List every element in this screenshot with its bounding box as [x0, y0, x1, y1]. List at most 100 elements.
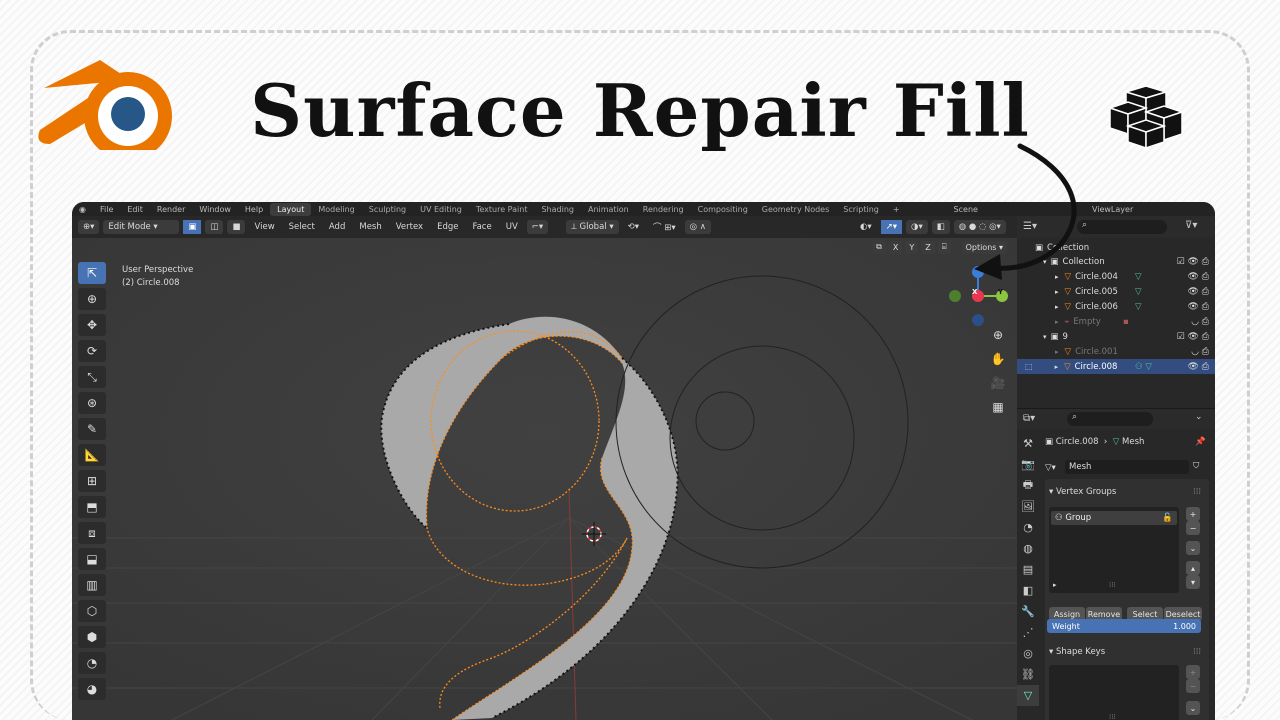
edge-select-button[interactable]: ◫ [205, 220, 224, 234]
pin-icon[interactable]: 📌 [1195, 437, 1206, 447]
tab-animation[interactable]: Animation [581, 203, 636, 216]
mirror-x-toggle[interactable]: X [888, 240, 903, 254]
snap-icon[interactable]: ⌒ ⊞▾ [648, 219, 681, 235]
list-resize-grip[interactable]: ⁞⁞⁞ [1109, 581, 1116, 589]
weight-slider[interactable]: Weight 1.000 [1047, 619, 1201, 633]
vertex-select-button[interactable]: ▣ [183, 220, 202, 234]
row-visibility-icons[interactable]: 👁 ⎙ [1188, 362, 1210, 372]
particles-tab-icon[interactable]: ⋰ [1017, 622, 1039, 643]
tab-geometry-nodes[interactable]: Geometry Nodes [755, 203, 836, 216]
add-cube-tool-icon[interactable]: ⊞ [78, 470, 106, 492]
menu-render[interactable]: Render [150, 205, 192, 214]
shape-keys-header[interactable]: ▾ Shape Keys [1049, 647, 1105, 657]
scene-tab-icon[interactable]: ◔ [1017, 517, 1039, 538]
fake-user-shield-icon[interactable]: ⛉ [1193, 461, 1199, 471]
mirror-icon[interactable]: ⧉ [872, 240, 886, 254]
menu-help[interactable]: Help [238, 205, 270, 214]
tab-sculpting[interactable]: Sculpting [362, 203, 413, 216]
outliner-row[interactable]: ▾ ▣ 9 ☑ 👁 ⎙ [1017, 329, 1215, 344]
menu-vertex[interactable]: Vertex [391, 220, 428, 234]
row-visibility-icons[interactable]: ◡ ⎙ [1191, 317, 1209, 327]
list-item[interactable]: ⚇ Group 🔓 [1051, 511, 1177, 525]
menu-edge[interactable]: Edge [432, 220, 463, 234]
remove-group-button[interactable]: − [1186, 521, 1200, 535]
object-tab-icon[interactable]: ◧ [1017, 580, 1039, 601]
add-workspace-button[interactable]: + [886, 205, 907, 214]
row-visibility-icons[interactable]: ☑ 👁 ⎙ [1177, 257, 1209, 267]
visibility-icon[interactable]: ◐▾ [855, 220, 877, 234]
menu-file[interactable]: File [93, 205, 120, 214]
loop-cut-tool-icon[interactable]: ▥ [78, 574, 106, 596]
add-group-button[interactable]: + [1186, 507, 1200, 521]
scale-tool-icon[interactable]: ⤡ [78, 366, 106, 388]
modifier-tab-icon[interactable]: 🔧 [1017, 601, 1039, 622]
tab-layout[interactable]: Layout [270, 202, 312, 216]
smooth-tool-icon[interactable]: ◕ [78, 678, 106, 700]
outliner-row[interactable]: ▸ ▽ Circle.001 ◡ ⎙ [1017, 344, 1215, 359]
menu-view[interactable]: View [249, 220, 279, 234]
outliner-row-active[interactable]: ⬚ ▸ ▽ Circle.008 ⚇ ▽ 👁 ⎙ [1017, 359, 1215, 374]
add-shape-key-button[interactable]: + [1186, 665, 1200, 679]
tab-scripting[interactable]: Scripting [836, 203, 886, 216]
mirror-z-toggle[interactable]: Z [921, 240, 935, 254]
move-tool-icon[interactable]: ✥ [78, 314, 106, 336]
knife-tool-icon[interactable]: ⬡ [78, 600, 106, 622]
list-resize-grip[interactable]: ⁞⁞⁞ [1109, 713, 1116, 720]
mode-selector[interactable]: Edit Mode ▾ [103, 220, 180, 234]
mirror-y-toggle[interactable]: Y [905, 240, 919, 254]
remove-shape-key-button[interactable]: − [1186, 679, 1200, 693]
measure-tool-icon[interactable]: 📐 [78, 444, 106, 466]
menu-face[interactable]: Face [467, 220, 496, 234]
select-box-tool-icon[interactable]: ⇱ [78, 262, 106, 284]
zoom-icon[interactable]: ⊕ [987, 324, 1009, 346]
cursor-tool-icon[interactable]: ⊕ [78, 288, 106, 310]
move-down-button[interactable]: ▾ [1186, 575, 1200, 589]
menu-mesh[interactable]: Mesh [354, 220, 386, 234]
menu-uv[interactable]: UV [501, 220, 523, 234]
vertex-group-list[interactable]: ⚇ Group 🔓 ▸ ⁞⁞⁞ [1049, 507, 1179, 593]
menu-window[interactable]: Window [192, 205, 238, 214]
tab-texture-paint[interactable]: Texture Paint [469, 203, 535, 216]
render-tab-icon[interactable]: 📷 [1017, 454, 1039, 475]
rotate-tool-icon[interactable]: ⟳ [78, 340, 106, 362]
overlay-toggle-icon[interactable]: ◑▾ [906, 220, 928, 234]
camera-icon[interactable]: 🎥 [987, 372, 1009, 394]
view-layer-tab-icon[interactable]: 🖼 [1017, 496, 1039, 517]
outliner-row[interactable]: ▸ ▽ Circle.006 ▽ 👁 ⎙ [1017, 299, 1215, 314]
extrude-tool-icon[interactable]: ⬒ [78, 496, 106, 518]
world-tab-icon[interactable]: ◍ [1017, 538, 1039, 559]
poly-build-tool-icon[interactable]: ⬢ [78, 626, 106, 648]
tab-uv-editing[interactable]: UV Editing [413, 203, 469, 216]
panel-grip-icon[interactable]: ⁞⁞⁞ [1193, 647, 1201, 657]
mesh-name-field[interactable]: Mesh [1065, 460, 1189, 474]
transform-tool-icon[interactable]: ⊛ [78, 392, 106, 414]
perspective-grid-icon[interactable]: ▦ [987, 396, 1009, 418]
proportional-edit-icon[interactable]: ◎ ∧ [684, 220, 711, 234]
bevel-tool-icon[interactable]: ⬓ [78, 548, 106, 570]
menu-add[interactable]: Add [324, 220, 350, 234]
physics-tab-icon[interactable]: ◎ [1017, 643, 1039, 664]
annotate-tool-icon[interactable]: ✎ [78, 418, 106, 440]
mesh-datablock-icon[interactable]: ▽▾ [1045, 463, 1056, 473]
menu-select[interactable]: Select [284, 220, 320, 234]
list-expand-icon[interactable]: ▸ [1053, 581, 1057, 589]
row-visibility-icons[interactable]: ◡ ⎙ [1191, 347, 1209, 357]
snap-settings-icon[interactable]: ⌸ [937, 240, 951, 254]
lock-icon[interactable]: 🔓 [1162, 513, 1173, 523]
tab-modeling[interactable]: Modeling [311, 203, 361, 216]
row-visibility-icons[interactable]: 👁 ⎙ [1188, 302, 1210, 312]
tab-shading[interactable]: Shading [534, 203, 581, 216]
uv-dropdown[interactable]: ⌐▾ [526, 220, 549, 234]
shape-key-list[interactable]: ⁞⁞⁞ [1049, 665, 1179, 720]
inset-tool-icon[interactable]: ⧈ [78, 522, 106, 544]
filter-icon[interactable]: ⊽▾ [1185, 220, 1197, 231]
tool-tab-icon[interactable]: ⚒ [1017, 433, 1039, 454]
orientation-selector[interactable]: ⟂ Global ▾ [566, 220, 619, 234]
constraints-tab-icon[interactable]: ⛓ [1017, 664, 1039, 685]
pivot-icon[interactable]: ⟲▾ [623, 220, 644, 234]
vertex-groups-header[interactable]: ▾ Vertex Groups [1049, 487, 1116, 497]
spin-tool-icon[interactable]: ◔ [78, 652, 106, 674]
shape-key-specials-button[interactable]: ⌄ [1186, 701, 1200, 715]
xray-toggle-icon[interactable]: ◧ [931, 220, 950, 234]
pan-hand-icon[interactable]: ✋ [987, 348, 1009, 370]
